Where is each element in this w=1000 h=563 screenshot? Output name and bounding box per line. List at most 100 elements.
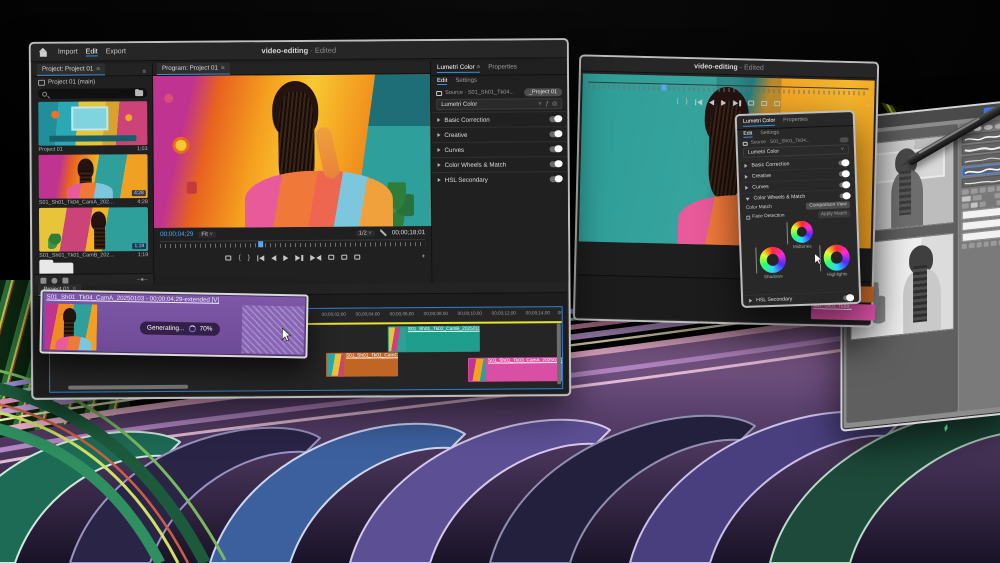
fit-dropdown[interactable]: Fit bbox=[198, 231, 215, 237]
overwrite-button[interactable] bbox=[354, 255, 360, 260]
bin-breadcrumb[interactable]: Project 01 (main) bbox=[33, 76, 152, 88]
new-bin-icon[interactable] bbox=[135, 90, 143, 96]
toggle-curves[interactable] bbox=[549, 146, 561, 152]
project-item-1[interactable]: Project 011;03 bbox=[33, 101, 152, 155]
lift-button[interactable] bbox=[761, 101, 767, 106]
zoom-slider[interactable]: –●– bbox=[137, 277, 147, 283]
mouse-cursor bbox=[814, 253, 823, 265]
timeline-clip-orange[interactable]: S01_Sh01_Tk01_CamC_20250103_ bbox=[326, 352, 398, 377]
mark-out-button[interactable]: } bbox=[686, 98, 688, 105]
project-item-2[interactable]: 4;28 S01_Sh01_Tk04_CamA_202501034;28 bbox=[34, 154, 153, 208]
step-back-button[interactable] bbox=[709, 99, 714, 105]
closed-caption-icon[interactable] bbox=[226, 255, 232, 260]
menu-edit[interactable]: Edit bbox=[86, 48, 98, 56]
go-to-out-button[interactable] bbox=[310, 254, 321, 260]
highlights-wheel[interactable]: Highlights bbox=[823, 244, 850, 277]
project-search[interactable] bbox=[38, 88, 147, 99]
toggle-curves[interactable] bbox=[839, 182, 849, 187]
source-clip-label: Source · S01_Sh01_Tk04... bbox=[445, 90, 514, 96]
toggle-basic-correction[interactable] bbox=[549, 116, 561, 122]
program-timecode[interactable]: 00;00;04;29 bbox=[160, 231, 193, 238]
export-frame-button[interactable] bbox=[748, 101, 754, 106]
timeline-horizontal-scrollbar[interactable] bbox=[68, 385, 188, 390]
project-panel: Project: Project 01≡ ≡ Project 01 (main)… bbox=[33, 63, 155, 286]
bin-icon bbox=[38, 79, 45, 85]
progress-spinner-icon bbox=[188, 325, 195, 332]
generating-clip-slab[interactable]: S01_Sh01_Tk04_CamA_20250103 - 00;00;04;2… bbox=[39, 289, 308, 358]
toggle-hsl-secondary[interactable] bbox=[550, 176, 562, 182]
tab-lumetri-color[interactable]: Lumetri Color bbox=[743, 118, 776, 127]
menu-export[interactable]: Export bbox=[106, 48, 126, 55]
mouse-cursor-main bbox=[281, 328, 292, 342]
reset-icon[interactable]: ◎ bbox=[552, 100, 557, 107]
section-hsl-secondary[interactable]: HSL Secondary bbox=[432, 171, 568, 187]
automate-icon[interactable] bbox=[51, 277, 57, 283]
window2-title: video-editing - Edited bbox=[581, 60, 877, 74]
tab-program[interactable]: Program: Project 01≡ bbox=[157, 62, 230, 75]
program-playhead[interactable] bbox=[258, 241, 263, 247]
window2-clip-pink[interactable]: S01_Sh01_Tk03_ bbox=[811, 303, 875, 321]
fx-icon[interactable]: ƒ bbox=[546, 101, 549, 107]
section-hsl-secondary[interactable]: HSL Secondary bbox=[743, 291, 859, 306]
panel-menu-icon[interactable]: ≡ bbox=[140, 69, 148, 75]
step-forward-button[interactable] bbox=[733, 100, 741, 106]
target-project-chip[interactable]: _Project 01 bbox=[524, 88, 562, 96]
section-color-wheels[interactable]: Color Wheels & Match bbox=[432, 156, 568, 172]
new-item-icon[interactable] bbox=[40, 277, 46, 283]
toggle-hsl-secondary[interactable] bbox=[843, 295, 853, 300]
toggle-creative[interactable] bbox=[549, 131, 561, 137]
window2-playhead[interactable] bbox=[661, 84, 666, 90]
target-chip[interactable] bbox=[839, 137, 849, 142]
play-button[interactable] bbox=[283, 255, 288, 261]
face-detection-label: Face Detection bbox=[752, 213, 784, 219]
toggle-basic-correction[interactable] bbox=[838, 160, 848, 165]
mark-in-button[interactable]: { bbox=[239, 254, 241, 261]
tab-properties[interactable]: Properties bbox=[783, 117, 808, 126]
apply-match-button[interactable]: Apply Match bbox=[818, 210, 851, 218]
section-basic-correction[interactable]: Basic Correction bbox=[431, 111, 567, 127]
export-frame-button[interactable] bbox=[328, 255, 334, 260]
extract-button[interactable] bbox=[774, 101, 780, 106]
subject-torso bbox=[245, 170, 393, 228]
tab-properties[interactable]: Properties bbox=[488, 63, 517, 72]
face-detection-checkbox[interactable] bbox=[746, 215, 750, 219]
tab-project[interactable]: Project: Project 01≡ bbox=[37, 63, 105, 75]
insert-button[interactable] bbox=[341, 255, 347, 260]
subtab-edit[interactable]: Edit bbox=[437, 78, 447, 85]
step-back-button[interactable] bbox=[271, 255, 276, 261]
menu-import[interactable]: Import bbox=[58, 49, 78, 56]
step-forward-button[interactable] bbox=[295, 254, 303, 260]
resolution-dropdown[interactable]: 1/2 bbox=[356, 230, 375, 236]
bin-tool-icon[interactable] bbox=[62, 277, 68, 283]
main-titlebar[interactable]: Import Edit Export video-editing - Edite… bbox=[31, 40, 567, 62]
timeline-clip-pink[interactable]: S01_Sh01_Tk03_CamA_20250103_ bbox=[468, 357, 563, 382]
mark-in-button[interactable]: { bbox=[676, 98, 678, 105]
shadows-wheel[interactable]: Shadows bbox=[759, 246, 786, 279]
project-item-3[interactable]: 1;19 S01_Sh01_Tk01_CamB_202501031;19 bbox=[34, 207, 153, 261]
settings-wrench-icon[interactable] bbox=[380, 229, 387, 236]
generating-progress: 70% bbox=[199, 325, 212, 332]
button-editor-plus[interactable]: + bbox=[866, 102, 870, 109]
subtab-settings[interactable]: Settings bbox=[455, 78, 477, 85]
timeline-vertical-scrollbar[interactable] bbox=[557, 323, 561, 384]
toggle-color-wheels[interactable] bbox=[839, 193, 849, 198]
tab-lumetri-color[interactable]: Lumetri Color ≡ bbox=[437, 64, 480, 73]
home-icon[interactable] bbox=[39, 48, 48, 56]
button-editor-plus[interactable]: + bbox=[421, 253, 425, 260]
go-to-in-button[interactable] bbox=[695, 99, 703, 105]
lumetri-preset-dropdown[interactable]: Lumetri Color ˅ ƒ ◎ bbox=[436, 98, 562, 110]
subtab-edit[interactable]: Edit bbox=[743, 131, 752, 138]
go-to-in-button[interactable] bbox=[257, 255, 265, 261]
generating-status-text: Generating... bbox=[147, 324, 185, 332]
program-video[interactable] bbox=[153, 74, 431, 228]
section-curves[interactable]: Curves bbox=[431, 141, 567, 157]
play-button[interactable] bbox=[721, 99, 726, 105]
clip-icon bbox=[743, 141, 748, 145]
section-creative[interactable]: Creative bbox=[431, 126, 567, 142]
midtones-wheel[interactable]: Midtones bbox=[790, 221, 813, 250]
mark-out-button[interactable]: } bbox=[248, 254, 250, 261]
toggle-color-wheels[interactable] bbox=[550, 161, 562, 167]
toggle-creative[interactable] bbox=[839, 171, 849, 176]
subtab-settings[interactable]: Settings bbox=[760, 130, 779, 138]
timeline-clip-teal[interactable]: S01_Sh01_Tk02_CamB_20250103_ bbox=[388, 326, 480, 353]
